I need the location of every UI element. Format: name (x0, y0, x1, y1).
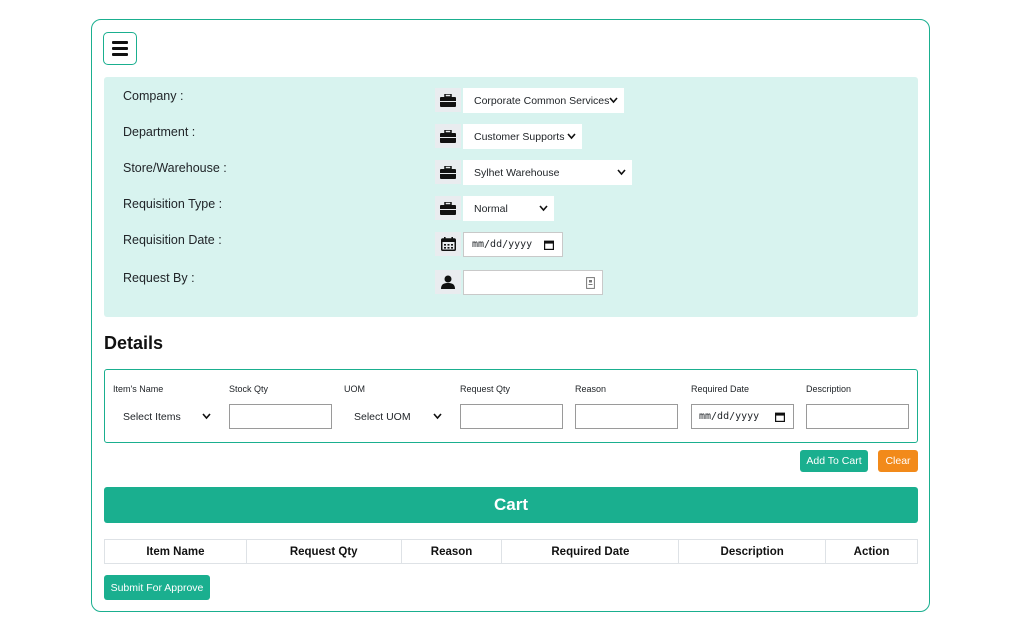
reason-column: Reason (575, 384, 678, 429)
chevron-down-icon (567, 133, 576, 140)
details-heading: Details (104, 333, 164, 353)
uom-select-value: Select UOM (354, 410, 411, 423)
required-date-input[interactable]: mm/dd/yyyy (691, 404, 794, 429)
requisition-type-label: Requisition Type : (123, 197, 223, 211)
request-qty-input[interactable] (460, 404, 563, 429)
requisition-type-select-value: Normal (474, 202, 508, 215)
chevron-down-icon (202, 413, 211, 420)
requisition-header-panel: Company : Corporate Common Services Depa… (104, 77, 918, 317)
column-header-required-date: Required Date (501, 539, 680, 564)
column-header-description: Description (678, 539, 827, 564)
hamburger-icon-bar (112, 47, 128, 50)
item-name-column: Item's Name Select Items (113, 384, 216, 429)
uom-label: UOM (344, 384, 365, 394)
uom-column: UOM Select UOM (344, 384, 447, 429)
cart-heading: Cart (104, 487, 918, 523)
calendar-icon (435, 232, 461, 256)
requisition-date-input[interactable]: mm/dd/yyyy (463, 232, 563, 257)
request-by-input[interactable] (463, 270, 603, 295)
briefcase-icon (435, 88, 461, 112)
requisition-date-value: mm/dd/yyyy (472, 239, 533, 250)
store-warehouse-select-value: Sylhet Warehouse (474, 166, 560, 179)
hamburger-icon-bar (112, 53, 128, 56)
description-input[interactable] (806, 404, 909, 429)
column-header-reason: Reason (400, 539, 503, 564)
department-select[interactable]: Customer Supports (463, 124, 582, 149)
company-select-value: Corporate Common Services (474, 94, 610, 107)
add-to-cart-button[interactable]: Add To Cart (800, 450, 868, 472)
column-header-request-qty: Request Qty (245, 539, 402, 564)
chevron-down-icon (617, 169, 626, 176)
chevron-down-icon (433, 413, 442, 420)
stock-qty-label: Stock Qty (229, 384, 269, 394)
company-label: Company : (123, 89, 184, 103)
requisition-card: Company : Corporate Common Services Depa… (91, 19, 930, 612)
item-name-select[interactable]: Select Items (113, 404, 216, 429)
store-warehouse-select[interactable]: Sylhet Warehouse (463, 160, 632, 185)
requisition-date-label: Requisition Date : (123, 233, 222, 247)
user-icon (435, 270, 461, 294)
request-qty-column: Request Qty (460, 384, 563, 429)
stock-qty-column: Stock Qty (229, 384, 332, 429)
description-column: Description (806, 384, 909, 429)
item-name-select-value: Select Items (123, 410, 181, 423)
column-header-item-name: Item Name (104, 539, 247, 564)
calendar-picker-icon[interactable] (775, 412, 785, 422)
cart-table: Item Name Request Qty Reason Required Da… (104, 539, 918, 564)
request-qty-label: Request Qty (460, 384, 511, 394)
department-label: Department : (123, 125, 196, 139)
contact-card-icon (586, 277, 595, 289)
required-date-value: mm/dd/yyyy (699, 411, 760, 422)
details-panel: Item's Name Select Items Stock Qty UOM S… (104, 369, 918, 443)
company-select[interactable]: Corporate Common Services (463, 88, 624, 113)
briefcase-icon (435, 160, 461, 184)
calendar-picker-icon[interactable] (544, 240, 554, 250)
store-warehouse-label: Store/Warehouse : (123, 161, 227, 175)
required-date-label: Required Date (691, 384, 750, 394)
uom-select[interactable]: Select UOM (344, 404, 447, 429)
hamburger-icon (112, 41, 128, 44)
column-header-action: Action (825, 539, 918, 564)
briefcase-icon (435, 196, 461, 220)
description-label: Description (806, 384, 852, 394)
stock-qty-input[interactable] (229, 404, 332, 429)
request-by-label: Request By : (123, 271, 195, 285)
item-name-label: Item's Name (113, 384, 164, 394)
briefcase-icon (435, 124, 461, 148)
submit-for-approve-button[interactable]: Submit For Approve (104, 575, 210, 600)
department-select-value: Customer Supports (474, 130, 565, 143)
reason-label: Reason (575, 384, 607, 394)
chevron-down-icon (609, 97, 618, 104)
requisition-type-select[interactable]: Normal (463, 196, 554, 221)
reason-input[interactable] (575, 404, 678, 429)
required-date-column: Required Date mm/dd/yyyy (691, 384, 794, 429)
chevron-down-icon (539, 205, 548, 212)
menu-toggle-button[interactable] (103, 32, 137, 65)
cart-table-header-row: Item Name Request Qty Reason Required Da… (104, 539, 918, 564)
clear-button[interactable]: Clear (878, 450, 918, 472)
